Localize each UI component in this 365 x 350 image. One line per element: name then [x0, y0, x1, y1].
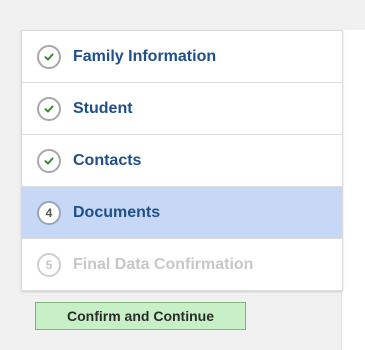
confirm-and-continue-button[interactable]: Confirm and Continue	[35, 302, 246, 330]
step-label: Documents	[73, 203, 161, 221]
step-student[interactable]: Student	[22, 83, 342, 135]
step-contacts[interactable]: Contacts	[22, 135, 342, 187]
step-label: Student	[73, 99, 133, 117]
step-label: Contacts	[73, 151, 142, 169]
step-label: Final Data Confirmation	[73, 255, 254, 273]
step-final-data-confirmation: 5 Final Data Confirmation	[22, 239, 342, 291]
wizard-steps: Family Information Student Contacts 4 Do…	[21, 30, 343, 291]
step-number-badge: 4	[37, 200, 61, 225]
check-icon	[37, 96, 61, 121]
step-family-information[interactable]: Family Information	[22, 31, 342, 83]
check-icon	[37, 44, 61, 69]
header-band	[0, 0, 365, 30]
content-pane	[341, 30, 365, 350]
step-number-badge: 5	[37, 252, 61, 277]
step-documents[interactable]: 4 Documents	[22, 187, 342, 239]
step-number: 4	[45, 205, 53, 220]
check-icon	[37, 148, 61, 173]
step-number: 5	[45, 257, 53, 272]
step-label: Family Information	[73, 47, 217, 65]
